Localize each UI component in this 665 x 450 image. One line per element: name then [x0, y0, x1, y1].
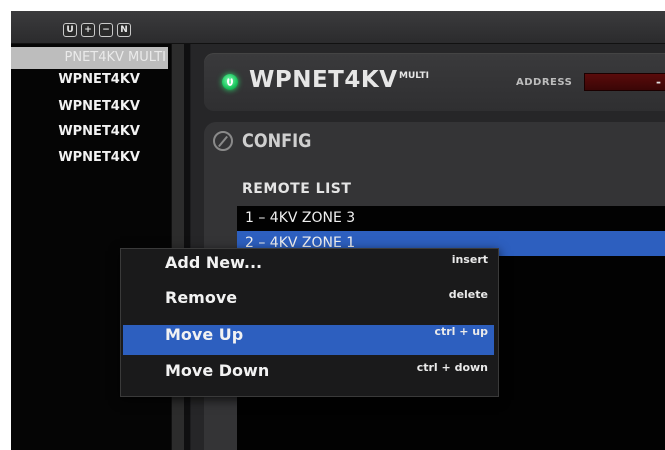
- n-button[interactable]: N: [117, 23, 131, 37]
- menu-item-shortcut: ctrl + up: [434, 325, 488, 338]
- menu-item-shortcut: delete: [448, 288, 488, 301]
- address-value: -: [656, 75, 661, 89]
- device-title: WPNET4KV: [249, 67, 398, 93]
- sidebar-item-device[interactable]: WPNET4KV: [58, 124, 140, 139]
- menu-item-shortcut: ctrl + down: [416, 361, 488, 374]
- config-title: CONFIG: [242, 130, 312, 152]
- power-icon[interactable]: [222, 74, 238, 90]
- sidebar-item-device[interactable]: WPNET4KV: [58, 99, 140, 114]
- menu-item-move-down[interactable]: Move Down ctrl + down: [123, 361, 494, 391]
- sidebar-item-device[interactable]: WPNET4KV: [58, 72, 140, 87]
- plus-button[interactable]: +: [81, 23, 95, 37]
- address-field[interactable]: -: [584, 73, 665, 91]
- menu-item-move-up[interactable]: Move Up ctrl + up: [123, 325, 494, 355]
- menu-item-remove[interactable]: Remove delete: [123, 288, 494, 318]
- wrench-icon: [213, 131, 233, 151]
- remote-list-item[interactable]: 1 – 4KV ZONE 3: [237, 206, 665, 231]
- menu-item-add-new[interactable]: Add New... insert: [123, 253, 494, 283]
- sidebar-item-device[interactable]: WPNET4KV: [58, 150, 140, 165]
- menu-item-label: Remove: [165, 288, 238, 307]
- address-label: ADDRESS: [516, 77, 573, 88]
- menu-item-label: Move Down: [165, 361, 270, 380]
- device-title-suffix: MULTI: [399, 71, 429, 81]
- menu-item-shortcut: insert: [451, 253, 488, 266]
- context-menu: Add New... insert Remove delete Move Up …: [120, 248, 499, 397]
- sidebar-item-selected[interactable]: PNET4KV MULTI: [11, 47, 168, 69]
- top-toolbar: U + − N: [11, 11, 665, 44]
- remote-list-label: REMOTE LIST: [242, 181, 352, 197]
- device-header: WPNET4KV MULTI ADDRESS -: [204, 53, 665, 111]
- minus-button[interactable]: −: [99, 23, 113, 37]
- menu-item-label: Add New...: [165, 253, 263, 272]
- menu-item-label: Move Up: [165, 325, 244, 344]
- sidebar-item-label: PNET4KV MULTI: [64, 50, 167, 65]
- u-button[interactable]: U: [63, 23, 77, 37]
